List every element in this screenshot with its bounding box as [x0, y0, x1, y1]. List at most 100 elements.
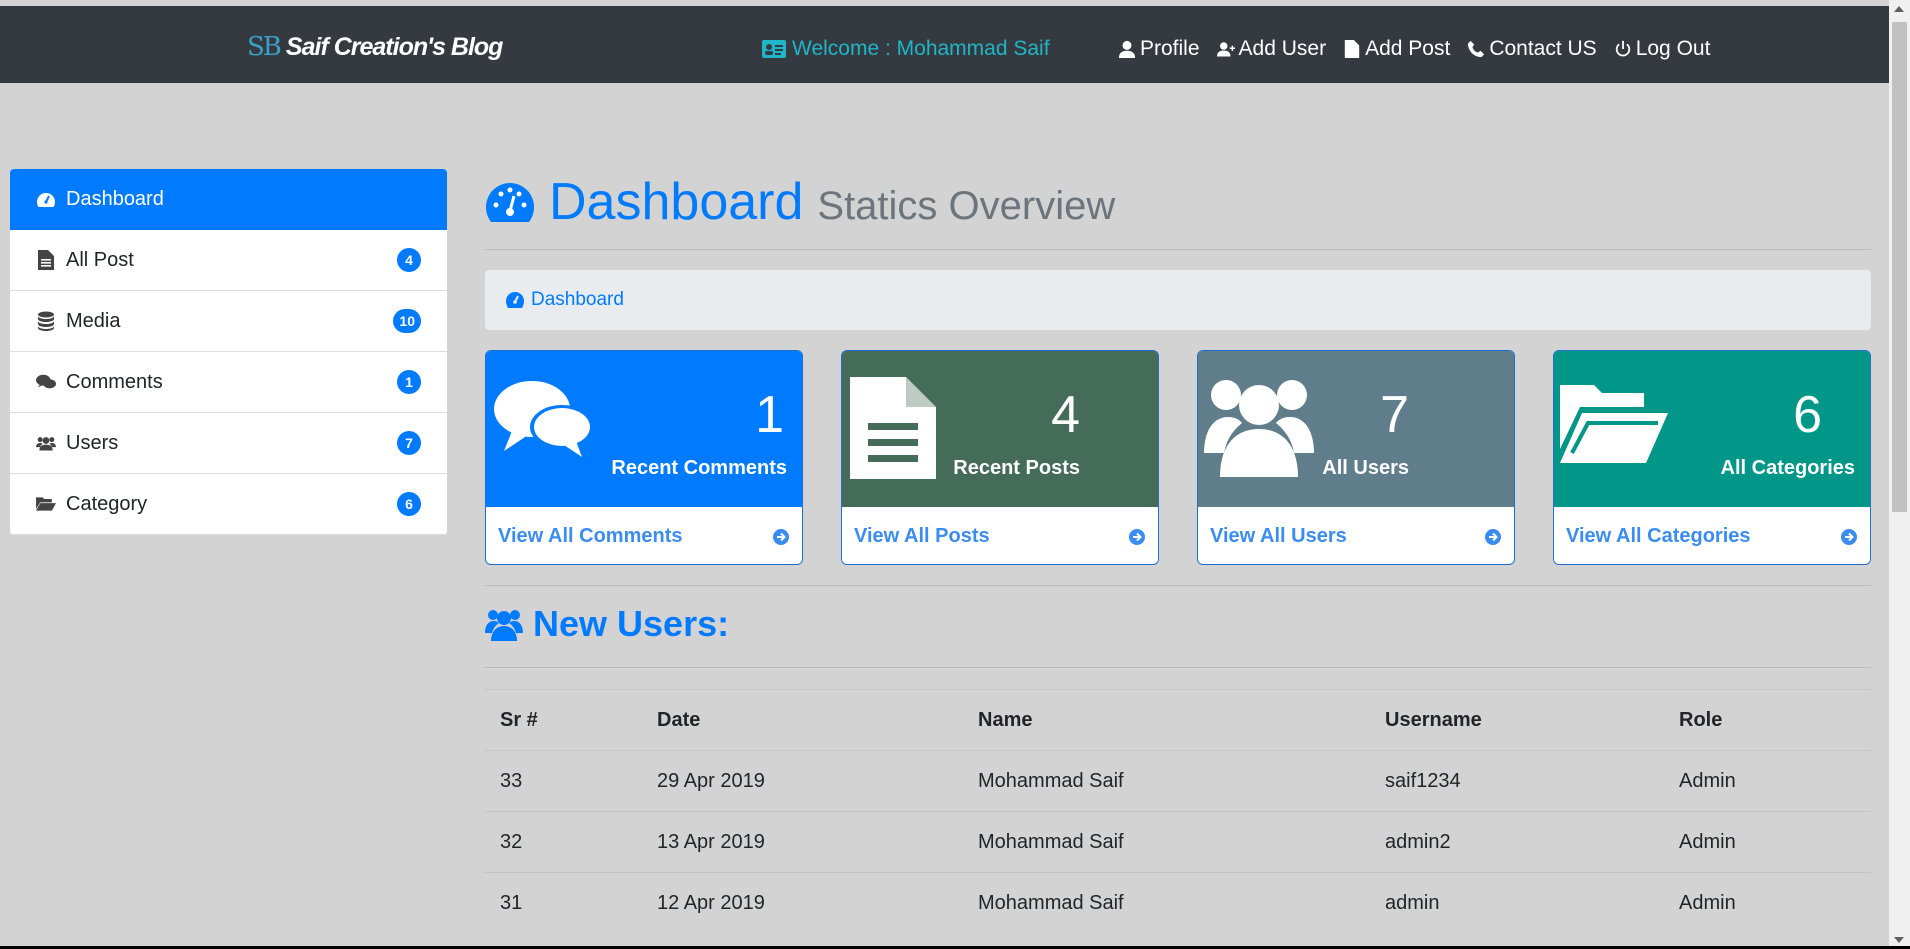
top-nav: Profile Add User Add Post Contact US Log… — [1118, 37, 1710, 61]
card-all-users: 7 All Users View All Users — [1197, 350, 1515, 565]
count-badge: 10 — [393, 309, 421, 333]
card-count: 4 — [1051, 386, 1080, 444]
sidebar-item-users[interactable]: Users 7 — [10, 413, 447, 474]
nav-contact-us-label: Contact US — [1489, 37, 1597, 60]
table-row: 32 13 Apr 2019 Mohammad Saif admin2 Admi… — [485, 811, 1871, 873]
section-title-text: New Users: — [533, 603, 730, 644]
cell-username: saif1234 — [1370, 750, 1664, 812]
divider — [485, 667, 1871, 668]
nav-contact-us[interactable]: Contact US — [1467, 37, 1597, 61]
view-all-posts-link[interactable]: View All Posts — [842, 507, 1158, 564]
breadcrumb: Dashboard — [485, 270, 1871, 330]
users-icon — [485, 610, 523, 641]
card-header: 6 All Categories — [1554, 351, 1870, 507]
card-link-label: View All Comments — [498, 525, 683, 547]
divider — [485, 585, 1871, 586]
sidebar-item-label: All Post — [66, 248, 134, 271]
card-header: 4 Recent Posts — [842, 351, 1158, 507]
count-badge: 6 — [397, 492, 421, 516]
sidebar-item-comments[interactable]: Comments 1 — [10, 352, 447, 413]
users-icon — [1204, 380, 1314, 477]
cell-name: Mohammad Saif — [963, 872, 1370, 934]
brand[interactable]: SB Saif Creation's Blog — [247, 30, 504, 64]
scrollbar-thumb[interactable] — [1892, 22, 1907, 512]
tachometer-icon — [37, 192, 55, 207]
id-card-icon — [762, 40, 786, 58]
view-all-users-link[interactable]: View All Users — [1198, 507, 1514, 564]
phone-icon — [1468, 40, 1485, 58]
cell-date: 13 Apr 2019 — [642, 811, 963, 873]
cell-role: Admin — [1664, 750, 1871, 812]
comments-icon — [36, 374, 56, 389]
card-count: 1 — [755, 386, 784, 444]
welcome-text: Welcome : Mohammad Saif — [792, 37, 1050, 60]
view-all-categories-link[interactable]: View All Categories — [1554, 507, 1870, 564]
database-icon — [38, 311, 54, 331]
card-count: 7 — [1380, 386, 1409, 444]
count-badge: 4 — [397, 248, 421, 272]
section-title: New Users: — [485, 603, 729, 645]
sidebar-item-all-post[interactable]: All Post 4 — [10, 230, 447, 291]
scroll-up-arrow-icon[interactable] — [1894, 6, 1904, 12]
card-header: 1 Recent Comments — [486, 351, 802, 507]
page-title-text: Dashboard — [549, 173, 804, 231]
nav-add-user[interactable]: Add User — [1216, 37, 1327, 61]
sidebar-item-label: Category — [66, 492, 148, 515]
arrow-circle-right-icon — [1841, 528, 1857, 545]
count-badge: 1 — [397, 370, 421, 394]
nav-log-out-label: Log Out — [1635, 37, 1711, 60]
table-header-row: Sr # Date Name Username Role — [485, 689, 1871, 751]
column-header: Name — [963, 689, 1370, 751]
page-subtitle: Statics Overview — [817, 183, 1116, 228]
file-icon — [1344, 40, 1360, 58]
card-count: 6 — [1793, 386, 1822, 444]
top-navbar: SB Saif Creation's Blog Welcome : Mohamm… — [0, 6, 1889, 83]
divider — [485, 249, 1871, 250]
cell-date: 29 Apr 2019 — [642, 750, 963, 812]
nav-profile-label: Profile — [1140, 37, 1200, 60]
nav-add-post-label: Add Post — [1365, 37, 1451, 60]
tachometer-icon — [486, 183, 534, 222]
page-title: Dashboard Statics Overview — [485, 172, 1115, 232]
card-label: All Users — [1322, 457, 1409, 479]
cell-role: Admin — [1664, 811, 1871, 873]
users-icon — [36, 437, 56, 451]
welcome-message: Welcome : Mohammad Saif — [762, 37, 1050, 61]
breadcrumb-dashboard[interactable]: Dashboard — [531, 289, 624, 311]
column-header: Username — [1370, 689, 1664, 751]
user-plus-icon — [1216, 42, 1235, 57]
brand-name: Saif Creation's Blog — [285, 32, 504, 61]
nav-profile[interactable]: Profile — [1118, 37, 1200, 61]
card-all-categories: 6 All Categories View All Categories — [1553, 350, 1871, 565]
scroll-down-arrow-icon[interactable] — [1894, 937, 1904, 943]
column-header: Role — [1664, 689, 1871, 751]
cell-sr: 31 — [485, 872, 642, 934]
folder-open-icon — [36, 497, 56, 511]
file-text-icon — [850, 377, 936, 479]
view-all-comments-link[interactable]: View All Comments — [486, 507, 802, 564]
sidebar-item-label: Comments — [66, 370, 163, 393]
column-header: Sr # — [485, 689, 642, 751]
card-label: Recent Comments — [611, 457, 787, 479]
card-label: All Categories — [1720, 457, 1855, 479]
card-link-label: View All Posts — [854, 525, 990, 547]
power-icon — [1615, 40, 1630, 57]
sidebar-item-label: Dashboard — [66, 188, 164, 210]
nav-add-post[interactable]: Add Post — [1343, 37, 1450, 61]
sidebar-item-media[interactable]: Media 10 — [10, 291, 447, 352]
card-recent-posts: 4 Recent Posts View All Posts — [841, 350, 1159, 565]
sidebar-item-category[interactable]: Category 6 — [10, 474, 447, 535]
cell-sr: 32 — [485, 811, 642, 873]
nav-log-out[interactable]: Log Out — [1614, 37, 1711, 61]
cell-date: 12 Apr 2019 — [642, 872, 963, 934]
column-header: Date — [642, 689, 963, 751]
arrow-circle-right-icon — [773, 528, 789, 545]
table-row: 33 29 Apr 2019 Mohammad Saif saif1234 Ad… — [485, 750, 1871, 812]
card-link-label: View All Users — [1210, 525, 1347, 547]
vertical-scrollbar[interactable] — [1889, 0, 1910, 949]
cell-username: admin2 — [1370, 811, 1664, 873]
sidebar-item-dashboard[interactable]: Dashboard — [10, 169, 447, 230]
nav-add-user-label: Add User — [1238, 37, 1327, 60]
arrow-circle-right-icon — [1485, 528, 1501, 545]
sidebar: Dashboard All Post 4 Media 10 Comments 1… — [10, 169, 447, 535]
